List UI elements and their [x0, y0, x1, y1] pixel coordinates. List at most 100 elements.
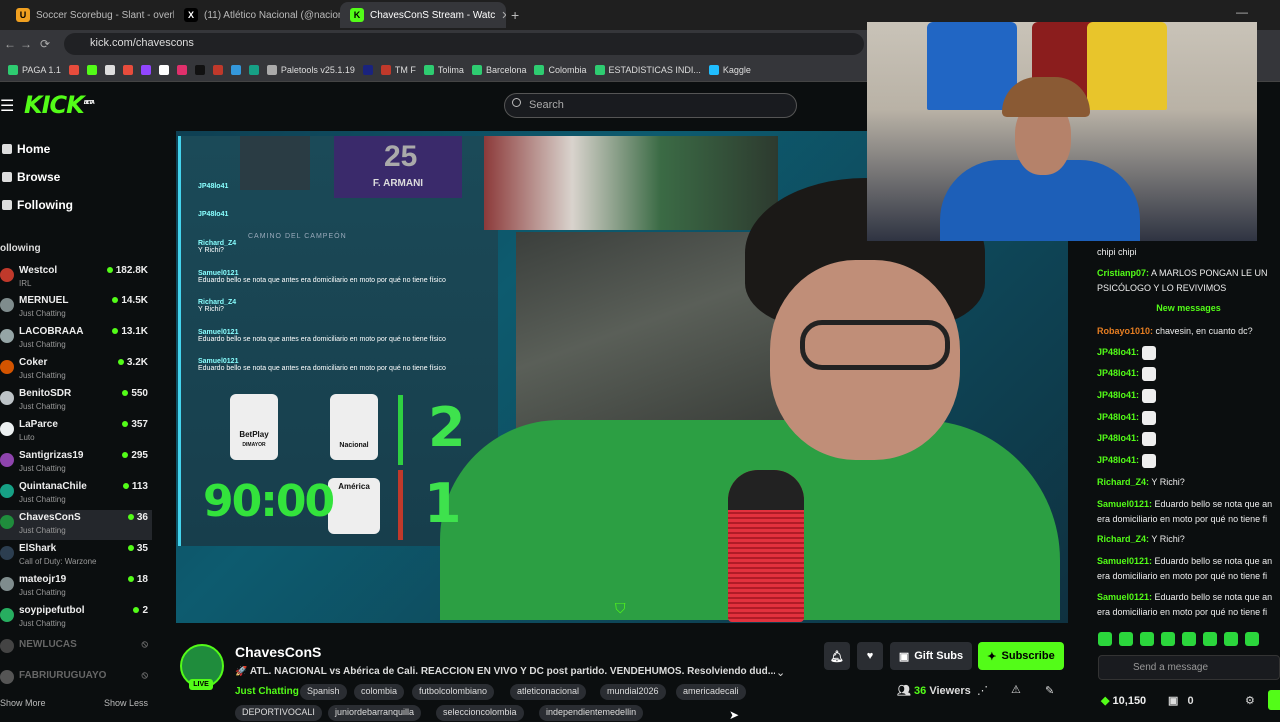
- chat-message[interactable]: JP48lo41:: [1097, 453, 1280, 468]
- stream-tag[interactable]: juniordebarranquilla: [328, 705, 422, 721]
- stream-tag[interactable]: Spanish: [300, 684, 347, 700]
- chat-message[interactable]: Samuel0121: Eduardo bello se nota que an: [1097, 497, 1280, 511]
- chat-message[interactable]: PSICÓLOGO Y LO REVIVIMOS: [1097, 281, 1280, 295]
- browser-tab[interactable]: X (11) Atlético Nacional (@nacion ✕: [174, 2, 342, 28]
- bookmark-icon[interactable]: [212, 64, 223, 75]
- bookmark-icon[interactable]: [248, 64, 259, 75]
- share-icon[interactable]: ⋰: [977, 684, 988, 697]
- chat-message[interactable]: Robayo1010: chavesin, en cuanto dc?: [1097, 324, 1280, 338]
- new-tab-icon[interactable]: +: [511, 7, 519, 23]
- forward-icon[interactable]: →: [20, 37, 32, 51]
- chat-send-button[interactable]: [1268, 690, 1280, 710]
- sidebar-channel-quintanachile[interactable]: QuintanaChile Just Chatting 113: [0, 479, 152, 509]
- chat-message[interactable]: JP48lo41:: [1097, 366, 1280, 381]
- show-less-button[interactable]: Show Less: [104, 698, 148, 708]
- points-count[interactable]: ▣ 0: [1168, 694, 1194, 707]
- bookmark-icon[interactable]: [86, 64, 97, 75]
- bookmark-item[interactable]: Colombia: [534, 64, 587, 75]
- back-icon[interactable]: ←: [4, 37, 16, 51]
- search-input[interactable]: Search: [504, 93, 797, 118]
- bookmark-icon[interactable]: [176, 64, 187, 75]
- clip-icon[interactable]: ✎: [1045, 684, 1054, 697]
- bookmark-item[interactable]: PAGA 1.1: [8, 64, 61, 75]
- sidebar-channel-coker[interactable]: Coker Just Chatting 3.2K: [0, 355, 152, 385]
- menu-icon[interactable]: ☰: [0, 96, 14, 116]
- browser-tab-active[interactable]: K ChavesConS Stream - Watc ✕: [340, 2, 506, 28]
- bookmark-icon[interactable]: [122, 64, 133, 75]
- stream-tag[interactable]: mundial2026: [600, 684, 666, 700]
- follow-heart-button[interactable]: ♥: [857, 642, 883, 670]
- stream-tag[interactable]: DEPORTIVOCALI: [235, 705, 322, 721]
- sidebar-item-following[interactable]: Following: [17, 198, 73, 212]
- bookmark-icon[interactable]: [194, 64, 205, 75]
- reload-icon[interactable]: ⟳: [40, 37, 50, 51]
- chat-message[interactable]: Richard_Z4: Y Richi?: [1097, 475, 1280, 489]
- bookmark-item[interactable]: Paletools v25.1.19: [266, 64, 355, 75]
- chat-message[interactable]: JP48lo41:: [1097, 345, 1280, 360]
- sidebar-channel-mateojr19[interactable]: mateojr19 Just Chatting 18: [0, 572, 152, 602]
- stream-tag[interactable]: americadecali: [676, 684, 746, 700]
- chat-message[interactable]: JP48lo41:: [1097, 388, 1280, 403]
- close-tab-icon[interactable]: ✕: [501, 9, 506, 22]
- emote-icon[interactable]: [1182, 632, 1196, 646]
- stream-tag[interactable]: colombia: [354, 684, 405, 700]
- emote-icon[interactable]: [1140, 632, 1154, 646]
- sidebar-channel-lacobraaa[interactable]: LACOBRAAA Just Chatting 13.1K: [0, 324, 152, 354]
- sidebar-channel-laparce[interactable]: LaParce Luto 357: [0, 417, 152, 447]
- emote-icon[interactable]: [1203, 632, 1217, 646]
- stream-tag[interactable]: atleticonacional: [510, 684, 587, 700]
- chat-message[interactable]: Samuel0121: Eduardo bello se nota que an: [1097, 590, 1280, 604]
- emote-icon[interactable]: [1098, 632, 1112, 646]
- bookmark-item[interactable]: Tolima: [423, 64, 464, 75]
- chat-message[interactable]: JP48lo41:: [1097, 431, 1280, 446]
- new-messages-divider[interactable]: New messages: [1097, 303, 1280, 313]
- emote-icon[interactable]: [1224, 632, 1238, 646]
- minimize-window-icon[interactable]: —: [1236, 5, 1248, 19]
- sidebar-channel-santigrizas19[interactable]: Santigrizas19 Just Chatting 295: [0, 448, 152, 478]
- chat-message[interactable]: era domiciliario en moto por qué no tien…: [1097, 512, 1280, 526]
- stream-tag[interactable]: seleccioncolombia: [436, 705, 524, 721]
- bookmark-icon[interactable]: [362, 64, 373, 75]
- chat-message[interactable]: Cristianp07: A MARLOS PONGAN LE UN: [1097, 266, 1280, 280]
- emote-icon[interactable]: [1161, 632, 1175, 646]
- chat-message[interactable]: JP48lo41:: [1097, 410, 1280, 425]
- chat-message[interactable]: Samuel0121: Eduardo bello se nota que an: [1097, 554, 1280, 568]
- chat-message[interactable]: era domiciliario en moto por qué no tien…: [1097, 605, 1280, 619]
- offline-channel[interactable]: NEWLUCAS ⦸: [0, 634, 152, 664]
- bookmark-icon[interactable]: [140, 64, 151, 75]
- bookmark-item[interactable]: Kaggle: [708, 64, 751, 75]
- offline-channel[interactable]: FABRIURUGUAYO ⦸: [0, 665, 152, 695]
- sidebar-channel-benitosdr[interactable]: BenitoSDR Just Chatting 550: [0, 386, 152, 416]
- bookmark-icon[interactable]: [230, 64, 241, 75]
- sidebar-channel-elshark[interactable]: ElShark Call of Duty: Warzone 35: [0, 541, 152, 571]
- bookmark-item[interactable]: ESTADISTICAS INDI...: [594, 64, 701, 75]
- emote-icon[interactable]: [1119, 632, 1133, 646]
- subscribe-button[interactable]: ✦ Subscribe: [978, 642, 1064, 670]
- kick-coins[interactable]: ◆ 10,150: [1101, 694, 1146, 707]
- sidebar-channel-mernuel[interactable]: MERNUEL Just Chatting 14.5K: [0, 293, 152, 323]
- sidebar-item-browse[interactable]: Browse: [17, 170, 60, 184]
- gift-subs-button[interactable]: ▣ Gift Subs: [890, 642, 972, 670]
- streamer-name[interactable]: ChavesConS: [235, 644, 321, 660]
- chat-message[interactable]: Richard_Z4: Y Richi?: [1097, 532, 1280, 546]
- stream-tag[interactable]: independientemedellin: [539, 705, 644, 721]
- notification-bell-button[interactable]: 🔔︎: [824, 642, 850, 670]
- sidebar-channel-westcol[interactable]: Westcol IRL 182.8K: [0, 263, 152, 293]
- sidebar-channel-chavescons[interactable]: ChavesConS Just Chatting 36: [0, 510, 152, 540]
- stream-tag[interactable]: futbolcolombiano: [412, 684, 495, 700]
- show-more-button[interactable]: Show More: [0, 698, 46, 708]
- browser-tab[interactable]: U Soccer Scorebug - Slant - overl ✕: [6, 2, 174, 28]
- report-icon[interactable]: ⚠: [1011, 683, 1021, 696]
- chat-message[interactable]: chipi chipi: [1097, 245, 1280, 259]
- send-message-input[interactable]: Send a message: [1098, 655, 1280, 680]
- chat-message[interactable]: era domiciliario en moto por qué no tien…: [1097, 569, 1280, 583]
- chevron-down-icon[interactable]: ⌄: [776, 666, 785, 679]
- url-field[interactable]: kick.com/chavescons: [64, 33, 864, 55]
- stream-category[interactable]: Just Chatting: [235, 686, 299, 697]
- bookmark-item[interactable]: Barcelona: [471, 64, 526, 75]
- settings-icon[interactable]: ⚙: [1245, 694, 1255, 707]
- emote-icon[interactable]: [1245, 632, 1259, 646]
- bookmark-icon[interactable]: [104, 64, 115, 75]
- bookmark-icon[interactable]: [158, 64, 169, 75]
- bookmark-item[interactable]: TM F: [380, 64, 416, 75]
